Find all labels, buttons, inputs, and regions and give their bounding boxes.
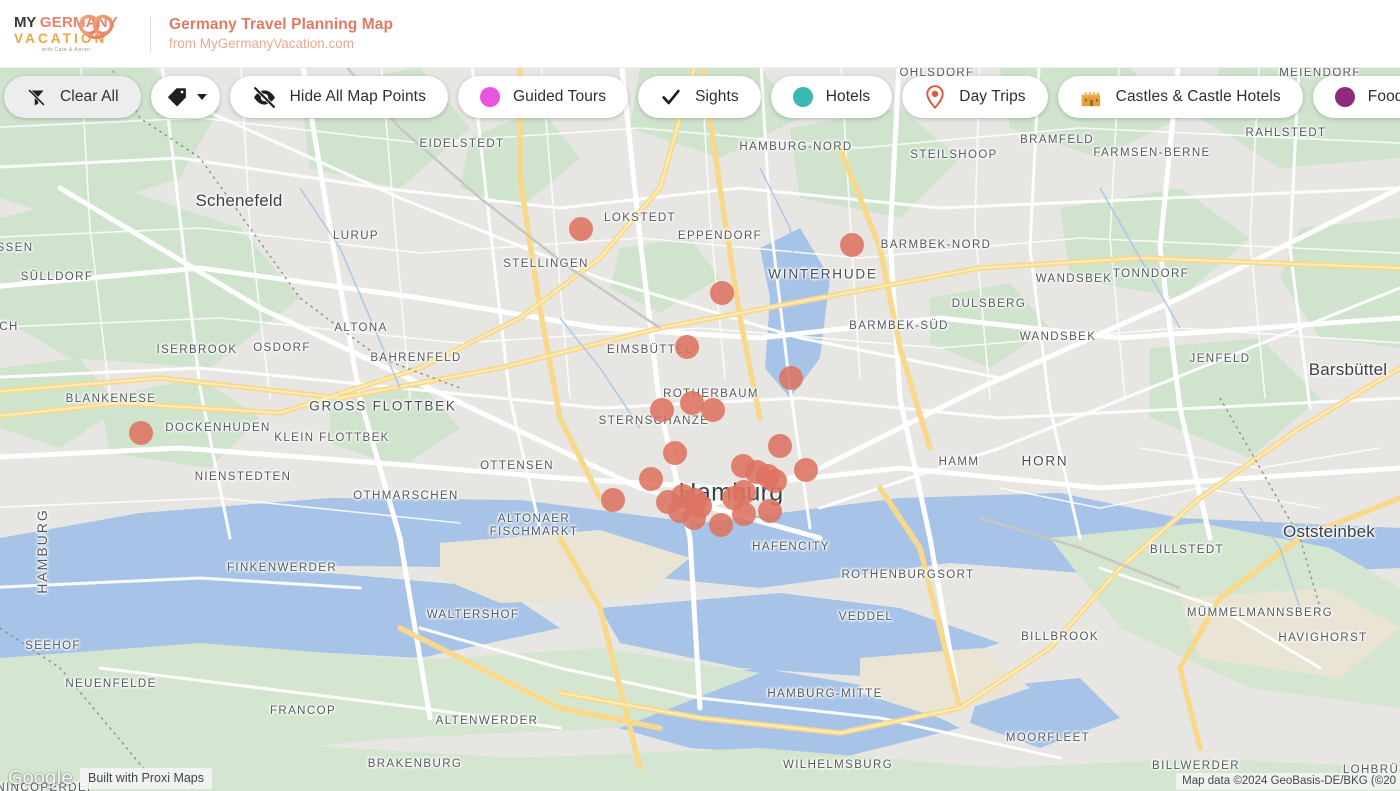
map-marker[interactable] (650, 398, 674, 422)
page-subtitle: from MyGermanyVacation.com (169, 35, 355, 51)
castle-icon (1080, 86, 1103, 109)
filter-toolbar: Clear All Hide All Map Points Guided Tou… (0, 76, 1400, 118)
clear-all-button[interactable]: Clear All (4, 76, 141, 118)
guided-tours-color-dot (479, 87, 500, 107)
category-filter-sights[interactable]: Sights (638, 76, 761, 118)
map-attribution: Map data ©2024 GeoBasis-DE/BKG (©20 (1176, 773, 1400, 790)
hide-all-map-points-label: Hide All Map Points (289, 88, 426, 105)
map-marker[interactable] (840, 233, 864, 257)
google-logo: Google (8, 767, 73, 789)
food-drink-color-dot (1334, 87, 1355, 107)
header-divider (150, 15, 151, 52)
page-header: MY GERMANY VACATION with Cate & Aaron Ge… (0, 0, 1400, 68)
category-filter-hotels[interactable]: Hotels (770, 76, 893, 118)
page-title: Germany Travel Planning Map (169, 15, 394, 33)
category-label: Hotels (825, 88, 871, 105)
map-marker[interactable] (794, 458, 818, 482)
category-filter-food-drink[interactable]: Food & Drink (1312, 76, 1400, 118)
color-dot-icon (792, 87, 813, 107)
hide-all-map-points-button[interactable]: Hide All Map Points (229, 76, 448, 118)
chevron-down-icon (196, 94, 207, 100)
map-marker[interactable] (675, 335, 699, 359)
map-marker[interactable] (768, 434, 792, 458)
map-marker[interactable] (663, 441, 687, 465)
map-marker[interactable] (668, 499, 692, 523)
category-filter-castles[interactable]: Castles & Castle Hotels (1057, 76, 1303, 118)
proxi-map-page: MY GERMANY VACATION with Cate & Aaron Ge… (0, 0, 1400, 791)
color-dot-icon (479, 87, 500, 107)
map-marker[interactable] (129, 421, 153, 445)
category-label: Castles & Castle Hotels (1115, 88, 1281, 105)
map-marker[interactable] (709, 513, 733, 537)
header-title-block: Germany Travel Planning Map from MyGerma… (169, 15, 393, 53)
map-marker[interactable] (763, 469, 787, 493)
pretzel-icon (78, 14, 114, 40)
map-marker[interactable] (701, 398, 725, 422)
map-marker[interactable] (732, 502, 756, 526)
category-filter-guided-tours[interactable]: Guided Tours (457, 76, 629, 118)
tag-icon (166, 86, 188, 108)
eye-slash-icon (252, 85, 277, 110)
map-marker[interactable] (732, 480, 756, 504)
map-marker[interactable] (601, 488, 625, 512)
filter-slash-icon (26, 87, 47, 108)
category-label: Sights (695, 88, 739, 105)
category-label: Food & Drink (1367, 88, 1400, 105)
map-marker[interactable] (639, 467, 663, 491)
proxi-maps-badge[interactable]: Built with Proxi Maps (80, 768, 213, 789)
category-label: Guided Tours (512, 88, 607, 105)
clear-all-label: Clear All (60, 88, 119, 105)
hotels-color-dot (792, 87, 813, 107)
map-pin-icon (924, 85, 946, 109)
map-marker[interactable] (569, 217, 593, 241)
map-marker[interactable] (710, 281, 734, 305)
color-dot-icon (1334, 87, 1355, 107)
map-basemap (0, 68, 1400, 791)
logo-my-text: MY (14, 14, 36, 31)
logo-tagline: with Cate & Aaron (41, 47, 91, 53)
category-label: Day Trips (959, 88, 1026, 105)
check-icon (660, 86, 682, 108)
tag-filter-dropdown[interactable] (150, 76, 220, 118)
map-marker[interactable] (758, 499, 782, 523)
map-marker[interactable] (779, 366, 803, 390)
category-filter-day-trips[interactable]: Day Trips (902, 76, 1048, 118)
map-canvas[interactable]: OHLSDORF MEIENDORF EIDELSTEDT HAMBURG-NORD S… (0, 68, 1400, 791)
